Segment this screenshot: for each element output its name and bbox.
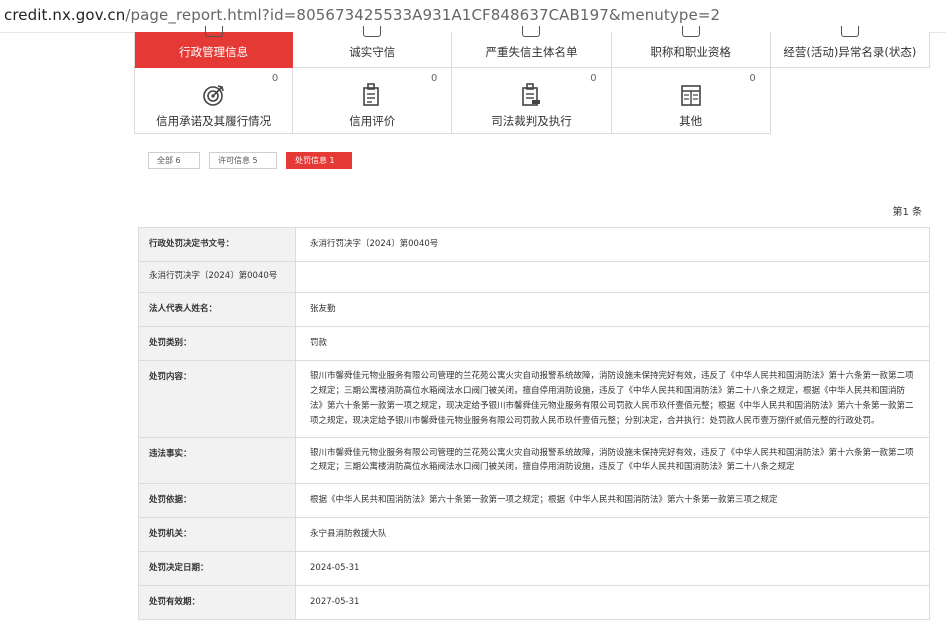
- penalty-detail-table: 行政处罚决定书文号： 永消行罚决字〔2024〕第0040号 永消行罚决字〔202…: [138, 227, 930, 620]
- menu-tab-label: 严重失信主体名单: [485, 45, 578, 59]
- menu-empty-slot: [771, 68, 930, 134]
- detail-value: 永消行罚决字〔2024〕第0040号: [296, 228, 930, 261]
- menu-tab-credit-commitment[interactable]: 0 信用承诺及其履行情况: [134, 68, 294, 134]
- detail-label: 处罚有效期：: [138, 585, 296, 619]
- menu-tab-label: 行政管理信息: [179, 45, 249, 59]
- detail-row-basis: 处罚依据： 根据《中华人民共和国消防法》第六十条第一款第一项之规定；根据《中华人…: [138, 484, 930, 519]
- certificate-icon: [681, 26, 700, 37]
- detail-label: 违法事实：: [138, 437, 296, 484]
- detail-row-authority: 处罚机关： 永宁县消防救援大队: [138, 518, 930, 553]
- gavel-document-icon: [522, 83, 541, 106]
- menu-tab-label: 诚实守信: [349, 45, 396, 59]
- detail-value-empty: [296, 261, 930, 293]
- detail-value: 2027-05-31: [296, 585, 930, 619]
- menu-tab-label: 司法裁判及执行: [491, 114, 572, 128]
- target-icon: [202, 85, 224, 106]
- menu-tab-label: 经营(活动)异常名录(状态): [783, 45, 917, 59]
- detail-value: 永宁县消防救援大队: [296, 518, 930, 552]
- menu-tab-count: 0: [271, 73, 279, 84]
- detail-row-decision-no: 行政处罚决定书文号： 永消行罚决字〔2024〕第0040号: [138, 228, 930, 262]
- filter-license-button[interactable]: 许可信息 5: [209, 152, 277, 169]
- url-path: /page_report.html?id=805673425533A931A1C…: [125, 6, 721, 24]
- category-menu-row-2: 0 信用承诺及其履行情况 0 信用评价 0 司法裁判及执行 0 其他: [134, 68, 930, 134]
- detail-label: 永消行罚决字〔2024〕第0040号: [138, 261, 296, 293]
- menu-tab-admin-info[interactable]: 行政管理信息: [134, 26, 294, 68]
- menu-tab-count: 0: [749, 73, 756, 84]
- filter-all-button[interactable]: 全部 6: [148, 152, 200, 169]
- report-content: 行政管理信息 诚实守信 严重失信主体名单 职称和职业资格 经营(活动)异常名录(…: [134, 26, 930, 634]
- warning-icon: [840, 26, 859, 37]
- list-icon: [522, 26, 541, 37]
- menu-tab-label: 信用承诺及其履行情况: [156, 114, 272, 128]
- url-text[interactable]: credit.nx.gov.cn/page_report.html?id=805…: [4, 6, 720, 24]
- handshake-icon: [363, 26, 382, 37]
- detail-row-legal-rep: 法人代表人姓名： 张友勤: [138, 293, 930, 328]
- detail-label: 法人代表人姓名：: [138, 293, 296, 327]
- detail-row-extra: 永消行罚决字〔2024〕第0040号: [138, 261, 930, 294]
- record-filter-group: 全部 6 许可信息 5 处罚信息 1: [148, 152, 352, 169]
- record-count: 第1 条: [892, 207, 922, 218]
- filter-penalty-button[interactable]: 处罚信息 1: [286, 152, 352, 169]
- detail-row-content: 处罚内容： 银川市馨舜佳元物业服务有限公司管理的兰花苑公寓火灾自动报警系统故障，…: [138, 361, 930, 438]
- menu-tab-label: 信用评价: [349, 114, 396, 128]
- browser-address-bar[interactable]: credit.nx.gov.cn/page_report.html?id=805…: [0, 0, 946, 33]
- menu-tab-dishonest-list[interactable]: 严重失信主体名单: [452, 26, 612, 68]
- detail-label: 处罚决定日期：: [138, 552, 296, 585]
- menu-tab-label: 职称和职业资格: [650, 45, 731, 59]
- menu-tab-credit-evaluation[interactable]: 0 信用评价: [293, 68, 453, 134]
- menu-tab-label: 其他: [679, 114, 703, 128]
- detail-label: 行政处罚决定书文号：: [138, 228, 296, 261]
- detail-row-category: 处罚类别： 罚款: [138, 327, 930, 362]
- url-host: credit.nx.gov.cn: [4, 6, 126, 24]
- detail-label: 处罚机关：: [138, 518, 296, 552]
- detail-value: 张友勤: [296, 293, 930, 327]
- detail-row-date: 处罚决定日期： 2024-05-31: [138, 552, 930, 586]
- menu-tab-professional-qualification[interactable]: 职称和职业资格: [611, 26, 771, 68]
- detail-value: 2024-05-31: [296, 552, 930, 585]
- detail-row-facts: 违法事实： 银川市馨舜佳元物业服务有限公司管理的兰花苑公寓火灾自动报警系统故障，…: [138, 437, 930, 485]
- menu-tab-other[interactable]: 0 其他: [611, 68, 771, 134]
- detail-value: 银川市馨舜佳元物业服务有限公司管理的兰花苑公寓火灾自动报警系统故障，消防设施未保…: [296, 437, 930, 484]
- detail-label: 处罚依据：: [138, 484, 296, 518]
- grid-document-icon: [680, 85, 701, 106]
- menu-tab-count: 0: [590, 73, 597, 84]
- detail-value: 罚款: [296, 327, 930, 361]
- category-menu-row-1: 行政管理信息 诚实守信 严重失信主体名单 职称和职业资格 经营(活动)异常名录(…: [134, 26, 930, 68]
- menu-tab-count: 0: [431, 73, 438, 84]
- detail-value: 根据《中华人民共和国消防法》第六十条第一款第一项之规定；根据《中华人民共和国消防…: [296, 484, 930, 518]
- document-icon: [363, 83, 380, 106]
- detail-label: 处罚内容：: [138, 361, 296, 437]
- menu-tab-integrity[interactable]: 诚实守信: [293, 26, 453, 68]
- menu-tab-abnormal-list[interactable]: 经营(活动)异常名录(状态): [770, 26, 930, 68]
- detail-label: 处罚类别：: [138, 327, 296, 361]
- detail-row-valid: 处罚有效期： 2027-05-31: [138, 585, 930, 620]
- detail-value: 银川市馨舜佳元物业服务有限公司管理的兰花苑公寓火灾自动报警系统故障，消防设施未保…: [296, 361, 930, 437]
- menu-tab-judicial[interactable]: 0 司法裁判及执行: [452, 68, 612, 134]
- folder-icon: [204, 26, 223, 37]
